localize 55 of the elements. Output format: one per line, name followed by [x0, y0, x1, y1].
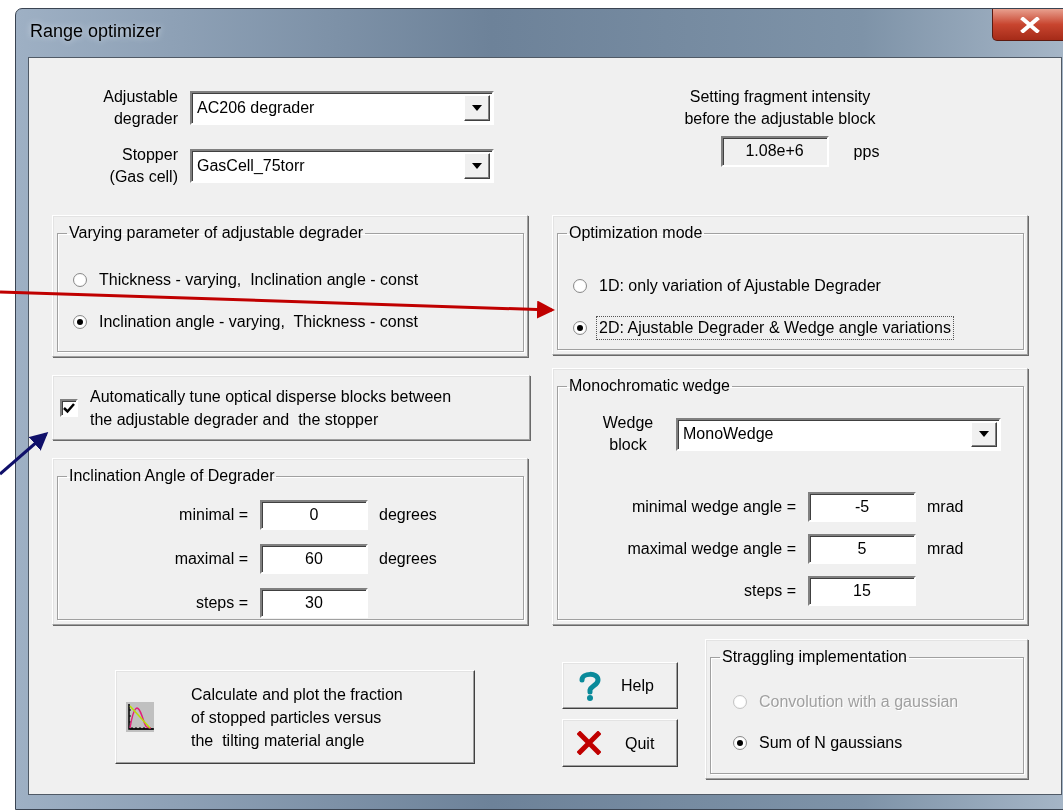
radio-label[interactable]: Inclination angle - varying, Thickness - const [96, 310, 421, 334]
radio-label[interactable]: Sum of N gaussians [756, 731, 906, 755]
radio-label[interactable]: Thickness - varying, Inclination angle - const [96, 268, 422, 292]
dropdown[interactable]: MonoWedge [676, 417, 1001, 451]
radio-button[interactable] [73, 315, 87, 329]
unit-label: pps [853, 142, 880, 161]
close-button[interactable] [992, 9, 1063, 41]
caret-icon[interactable] [979, 431, 989, 437]
window-title: Range optimizer [30, 21, 162, 42]
field-label: Stopper (Gas cell) [108, 144, 178, 187]
calculate-button[interactable]: Calculate and plot the fraction of stopped particles versus the tilting material angle [115, 670, 475, 764]
field-label: steps = [194, 594, 248, 612]
radio-label[interactable]: 2D: Ajustable Degrader & Wedge angle variations [596, 316, 954, 340]
number-field[interactable]: 0 [260, 500, 368, 530]
close-icon [577, 731, 601, 755]
quit-button[interactable]: Quit [562, 719, 678, 767]
group-title: Optimization mode [568, 223, 704, 243]
group-title: Inclination Angle of Degrader [68, 466, 276, 486]
chart-icon [126, 702, 154, 732]
radio-button[interactable] [733, 736, 747, 750]
number-field[interactable]: 30 [260, 588, 368, 618]
number-field[interactable]: 5 [808, 534, 916, 564]
dropdown[interactable]: GasCell_75torr [190, 148, 494, 183]
caret-icon[interactable] [472, 162, 482, 169]
radio-button[interactable] [573, 279, 587, 293]
dropdown[interactable]: AC206 degrader [190, 90, 494, 125]
group-title: Varying parameter of adjustable degrader [68, 223, 365, 243]
field-label: minimal = [178, 506, 248, 524]
caret-icon[interactable] [472, 104, 482, 111]
help-icon [579, 670, 601, 701]
field-label: maximal wedge angle = [626, 540, 796, 558]
field-label: Wedge block [601, 413, 655, 455]
close-icon[interactable] [1019, 16, 1041, 33]
number-field[interactable]: -5 [808, 492, 916, 522]
group-title: Monochromatic wedge [568, 376, 731, 396]
checkbox-label[interactable]: Automatically tune optical disperse blocks between the adjustable degrader and the stopper [90, 384, 462, 431]
help-button[interactable]: Help [562, 662, 678, 709]
radio-button[interactable] [573, 321, 587, 335]
radio-button[interactable] [73, 273, 87, 287]
field-label: Adjustable degrader [102, 86, 178, 129]
group-title: Straggling implementation [721, 647, 908, 667]
radio-label[interactable]: 1D: only variation of Ajustable Degrader [596, 274, 884, 298]
value-display: 1.08e+6 [720, 136, 829, 167]
number-field[interactable]: 15 [808, 576, 916, 606]
number-field[interactable]: 60 [260, 544, 368, 574]
intensity-caption: Setting fragment intensity before the adjustable block [683, 87, 877, 129]
annotation-arrow [0, 432, 49, 476]
radio-label: Convolution with a gaussian [758, 692, 960, 712]
unit-label: mrad [927, 498, 964, 516]
field-label: minimal wedge angle = [630, 498, 796, 516]
unit-label: degrees [379, 506, 437, 524]
field-label: steps = [742, 582, 796, 600]
field-label: maximal = [173, 550, 248, 568]
unit-label: degrees [379, 550, 437, 568]
unit-label: mrad [927, 540, 964, 558]
